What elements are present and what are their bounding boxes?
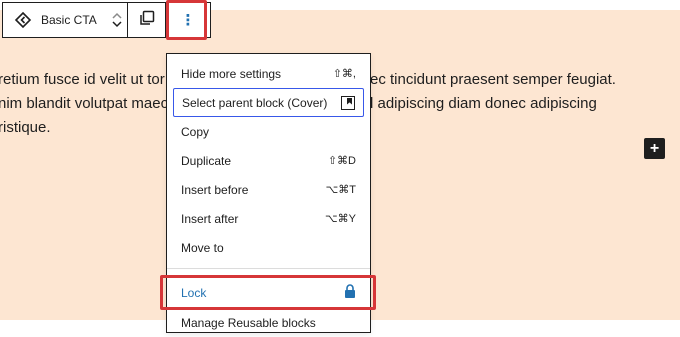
menu-item-shortcut: ⇧⌘D: [327, 155, 356, 167]
menu-item-label: Copy: [181, 124, 210, 139]
menu-item-label: Select parent block (Cover): [182, 95, 328, 110]
menu-separator: [167, 268, 370, 269]
duplicate-icon[interactable]: [139, 10, 155, 31]
menu-item-label: Move to: [181, 240, 224, 255]
menu-item-label: Duplicate: [181, 153, 232, 168]
paragraph-text-right: l adipiscing diam donec adipiscing: [370, 95, 597, 112]
menu-item-shortcut: ⌥⌘Y: [324, 213, 356, 225]
menu-item-copy[interactable]: Copy: [173, 117, 364, 146]
paragraph-text-left: ristique.: [0, 119, 51, 136]
menu-item-shortcut: ⌥⌘T: [325, 184, 356, 196]
menu-item-manage-reusable-blocks[interactable]: Manage Reusable blocks: [173, 308, 364, 337]
menu-item-insert-after[interactable]: Insert after ⌥⌘Y: [173, 204, 364, 233]
lock-highlight-box: [160, 275, 376, 310]
menu-item-label: Insert before: [181, 182, 249, 197]
inserter-button[interactable]: +: [644, 138, 665, 159]
menu-item-hide-more-settings[interactable]: Hide more settings ⇧⌘,: [173, 59, 364, 88]
plus-icon: +: [649, 139, 660, 157]
chevron-down-icon[interactable]: [111, 20, 123, 28]
menu-item-shortcut: ⇧⌘,: [332, 68, 356, 80]
cover-block-icon: [341, 95, 355, 110]
menu-item-insert-before[interactable]: Insert before ⌥⌘T: [173, 175, 364, 204]
cta-diamond-arrows-icon[interactable]: [13, 10, 33, 30]
block-name-label[interactable]: Basic CTA: [41, 13, 97, 27]
duplicate-group: [128, 3, 166, 37]
menu-item-select-parent[interactable]: Select parent block (Cover): [173, 88, 364, 117]
menu-item-duplicate[interactable]: Duplicate ⇧⌘D: [173, 146, 364, 175]
block-movers: [109, 12, 125, 28]
block-switcher-group: Basic CTA: [3, 3, 128, 37]
paragraph-text-left: retium fusce id velit ut tor: [0, 71, 165, 88]
chevron-up-icon[interactable]: [111, 12, 123, 20]
paragraph-text-left: nim blandit volutpat maec: [0, 95, 169, 112]
toolbar-highlight-box: [166, 0, 207, 40]
paragraph-text-right: ec tincidunt praesent semper feugiat.: [370, 71, 616, 88]
menu-item-move-to[interactable]: Move to: [173, 233, 364, 262]
menu-item-label: Manage Reusable blocks: [181, 315, 316, 330]
menu-item-label: Insert after: [181, 211, 239, 226]
menu-item-label: Hide more settings: [181, 66, 282, 81]
